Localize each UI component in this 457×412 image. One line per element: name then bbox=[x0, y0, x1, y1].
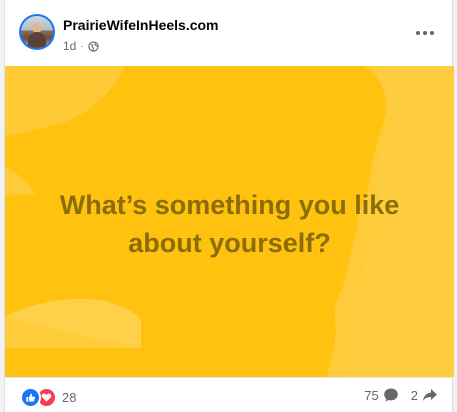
globe-icon bbox=[88, 40, 99, 52]
more-options-icon[interactable] bbox=[410, 18, 440, 48]
post-question-text: What’s something you like about yourself… bbox=[5, 186, 454, 262]
avatar[interactable] bbox=[19, 14, 55, 50]
post-question-line-2: about yourself? bbox=[128, 228, 331, 258]
post-timestamp[interactable]: 1d bbox=[63, 39, 76, 53]
shares-count[interactable]: 2 bbox=[411, 387, 438, 403]
post-footer: 28 75 2 bbox=[5, 377, 452, 412]
meta-separator: · bbox=[80, 40, 84, 52]
post-meta: 1d · bbox=[63, 39, 99, 53]
share-arrow-icon bbox=[423, 389, 437, 401]
share-count-text: 2 bbox=[410, 387, 418, 403]
comments-count[interactable]: 75 bbox=[364, 387, 398, 403]
post-header: PrairieWifeInHeels.com 1d · bbox=[5, 0, 452, 66]
post-question-line-1: What’s something you like bbox=[59, 190, 400, 220]
engagement-stats: 75 2 bbox=[364, 387, 438, 403]
post-image[interactable]: What’s something you like about yourself… bbox=[5, 66, 454, 377]
page-name-link[interactable]: PrairieWifeInHeels.com bbox=[63, 17, 219, 33]
comment-bubble-icon bbox=[383, 388, 398, 402]
post-card: PrairieWifeInHeels.com 1d · What’s somet… bbox=[4, 0, 454, 412]
comment-count-text: 75 bbox=[364, 387, 379, 403]
avatar-photo bbox=[21, 16, 53, 48]
reaction-count: 28 bbox=[62, 390, 77, 405]
like-icon bbox=[20, 387, 41, 408]
reactions-summary[interactable]: 28 bbox=[20, 387, 76, 408]
